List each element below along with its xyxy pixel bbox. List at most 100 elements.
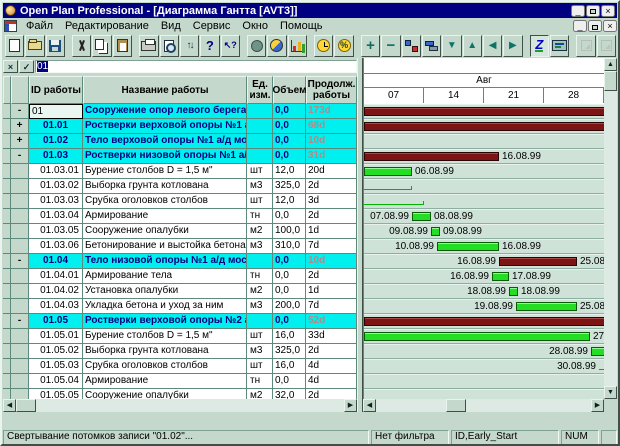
cell-volume[interactable]: 325,0: [273, 179, 306, 194]
cell-volume[interactable]: 325,0: [273, 344, 306, 359]
cell-volume[interactable]: 16,0: [273, 359, 306, 374]
cell-name[interactable]: Выборка грунта котлована: [83, 344, 247, 359]
cell-unit[interactable]: тн: [247, 269, 273, 284]
table-row-01.05.05[interactable]: 01.05.05Сооружение опалубким232,02d: [3, 389, 357, 399]
row-selector[interactable]: [3, 164, 11, 179]
gantt-bar-01.05[interactable]: [364, 317, 604, 326]
gantt-bar-01.04[interactable]: [499, 257, 577, 266]
collapse-toggle[interactable]: [11, 359, 29, 374]
row-selector[interactable]: [3, 224, 11, 239]
table-row-01.05[interactable]: -01.05Ростверки верховой опоры №2 а/д мо…: [3, 314, 357, 329]
cell-volume[interactable]: 0,0: [273, 254, 306, 269]
row-selector[interactable]: [3, 269, 11, 284]
cell-volume[interactable]: 0,0: [273, 374, 306, 389]
toolbar-cut-button[interactable]: [72, 35, 91, 57]
table-row-01.03.06[interactable]: 01.03.06Бетонирование и выстойка бетонам…: [3, 239, 357, 254]
row-selector[interactable]: [3, 359, 11, 374]
toolbar-move-left-button[interactable]: ◀: [483, 35, 502, 57]
cell-volume[interactable]: 0,0: [273, 314, 306, 329]
cell-unit[interactable]: [247, 254, 273, 269]
gantt-bar-01.05.02[interactable]: [591, 347, 604, 356]
cell-unit[interactable]: тн: [247, 209, 273, 224]
close-button[interactable]: ×: [601, 5, 615, 17]
cell-edit-input[interactable]: 01: [35, 60, 357, 73]
toolbar-move-up-button[interactable]: ▲: [463, 35, 482, 57]
collapse-toggle[interactable]: [11, 164, 29, 179]
table-row-01.03.04[interactable]: 01.03.04Армированиетн0,02d: [3, 209, 357, 224]
cell-id[interactable]: 01.04.02: [29, 284, 83, 299]
scroll-thumb[interactable]: [446, 399, 466, 412]
cell-duration[interactable]: 52d: [306, 314, 357, 329]
cell-volume[interactable]: 0,0: [273, 134, 306, 149]
collapse-toggle[interactable]: -: [11, 254, 29, 269]
table-row-01.05.02[interactable]: 01.05.02Выборка грунта котлованам3325,02…: [3, 344, 357, 359]
table-row-01.03.02[interactable]: 01.03.02Выборка грунта котлованам3325,02…: [3, 179, 357, 194]
cell-name[interactable]: Выборка грунта котлована: [83, 179, 247, 194]
row-selector[interactable]: [3, 239, 11, 254]
scroll-down-icon[interactable]: ▼: [604, 386, 617, 399]
collapse-toggle[interactable]: [11, 239, 29, 254]
toolbar-help-button[interactable]: ?: [200, 35, 219, 57]
toolbar-move-right-button[interactable]: ▶: [503, 35, 522, 57]
cell-volume[interactable]: 0,0: [273, 104, 306, 119]
cell-name[interactable]: Сооружение опор левого берега: [83, 104, 247, 119]
scroll-thumb[interactable]: [16, 399, 36, 412]
header-volume[interactable]: Объем: [273, 76, 306, 104]
cell-unit[interactable]: м3: [247, 179, 273, 194]
scroll-right-icon[interactable]: ▶: [591, 399, 604, 412]
toolbar-print-button[interactable]: [139, 35, 158, 57]
cell-id[interactable]: 01.05.02: [29, 344, 83, 359]
mdi-minimize-button[interactable]: _: [573, 20, 587, 32]
toolbar-zigzag-button[interactable]: Z: [530, 35, 549, 57]
cell-volume[interactable]: 0,0: [273, 269, 306, 284]
cell-volume[interactable]: 0,0: [273, 149, 306, 164]
cell-unit[interactable]: шт: [247, 164, 273, 179]
header-name[interactable]: Название работы: [83, 76, 247, 104]
collapse-toggle[interactable]: +: [11, 119, 29, 134]
row-selector[interactable]: [3, 254, 11, 269]
cell-unit[interactable]: м2: [247, 389, 273, 399]
row-selector[interactable]: [3, 179, 11, 194]
cell-name[interactable]: Ростверки верховой опоры №1 а/д моста: [83, 119, 247, 134]
scroll-right-icon[interactable]: ▶: [344, 399, 357, 412]
collapse-toggle[interactable]: -: [11, 149, 29, 164]
gantt-bar-01.05.01[interactable]: [364, 332, 590, 341]
cell-volume[interactable]: 16,0: [273, 329, 306, 344]
cell-volume[interactable]: 32,0: [273, 389, 306, 399]
table-row-01.04.01[interactable]: 01.04.01Армирование телатн0,02d: [3, 269, 357, 284]
cell-name[interactable]: Бурение столбов D = 1,5 м": [83, 329, 247, 344]
cell-name[interactable]: Укладка бетона и уход за ним: [83, 299, 247, 314]
gantt-hscrollbar[interactable]: ◀ ▶: [363, 399, 604, 412]
cell-volume[interactable]: 0,0: [273, 284, 306, 299]
confirm-edit-button[interactable]: ✓: [19, 60, 34, 73]
gantt-bar-01.03.04[interactable]: [412, 212, 431, 221]
cell-unit[interactable]: шт: [247, 359, 273, 374]
cell-volume[interactable]: 200,0: [273, 299, 306, 314]
row-selector[interactable]: [3, 329, 11, 344]
cancel-edit-button[interactable]: ×: [3, 60, 18, 73]
cell-unit[interactable]: [247, 134, 273, 149]
table-row-01.03.03[interactable]: 01.03.03Срубка оголовков столбовшт12,03d: [3, 194, 357, 209]
cell-volume[interactable]: 0,0: [273, 119, 306, 134]
cell-duration[interactable]: 31d: [306, 149, 357, 164]
gantt-bar-01.03.05[interactable]: [431, 227, 440, 236]
toolbar-remove-button[interactable]: −: [381, 35, 400, 57]
header-unit[interactable]: Ед. изм.: [247, 76, 273, 104]
toolbar-save-button[interactable]: [46, 35, 65, 57]
cell-duration[interactable]: 7d: [306, 299, 357, 314]
cell-duration[interactable]: 4d: [306, 374, 357, 389]
cell-id[interactable]: 01.05.03: [29, 359, 83, 374]
toolbar-percent-button[interactable]: %: [334, 35, 353, 57]
cell-duration[interactable]: 4d: [306, 359, 357, 374]
cell-duration[interactable]: 68d: [306, 119, 357, 134]
gantt-bar-01.03.01[interactable]: [364, 167, 412, 176]
table-row-01.04[interactable]: -01.04Тело низовой опоры №1 а/д моста0,0…: [3, 254, 357, 269]
menu-item-4[interactable]: Сервис: [187, 20, 237, 32]
table-row-01.04.02[interactable]: 01.04.02Установка опалубким20,01d: [3, 284, 357, 299]
collapse-toggle[interactable]: [11, 194, 29, 209]
scroll-up-icon[interactable]: ▲: [604, 58, 617, 71]
cell-id[interactable]: 01.04.03: [29, 299, 83, 314]
collapse-toggle[interactable]: [11, 284, 29, 299]
collapse-toggle[interactable]: [11, 209, 29, 224]
toolbar-histogram-button[interactable]: [288, 35, 307, 57]
